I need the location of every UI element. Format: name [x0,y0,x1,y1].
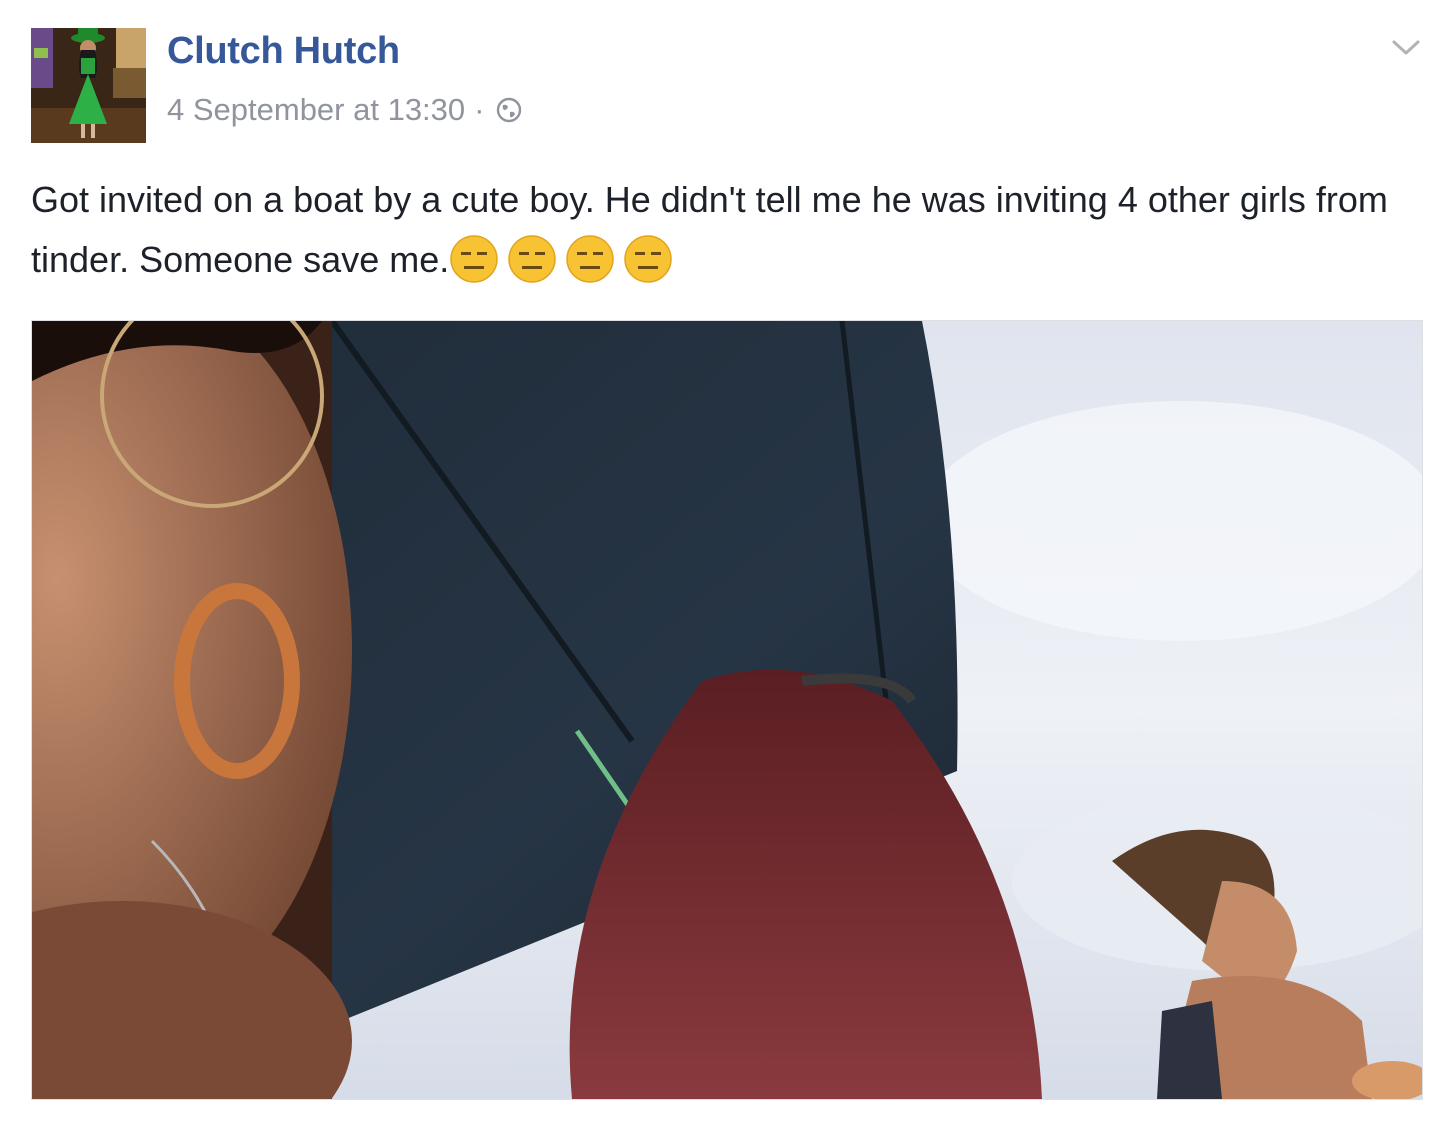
avatar-image [31,28,146,143]
globe-icon[interactable] [495,96,523,124]
chevron-down-icon[interactable] [1390,36,1422,60]
post-meta: 4 September at 13:30 · [167,92,523,128]
emoji-row [449,235,681,283]
meta-separator: · [474,92,485,127]
expressionless-face-emoji [565,234,615,284]
expressionless-face-emoji [449,234,499,284]
author-name-link[interactable]: Clutch Hutch [167,30,400,73]
expressionless-face-emoji [507,234,557,284]
post-message: Got invited on a boat by a cute boy. He … [31,170,1411,290]
boat-selfie-image [32,321,1422,1099]
facebook-post: Clutch Hutch 4 September at 13:30 · Got … [0,0,1440,1131]
post-message-text: Got invited on a boat by a cute boy. He … [31,179,1388,280]
expressionless-face-emoji [623,234,673,284]
post-timestamp[interactable]: 4 September at 13:30 [167,92,465,128]
author-avatar[interactable] [31,28,146,143]
post-photo[interactable] [31,320,1423,1100]
